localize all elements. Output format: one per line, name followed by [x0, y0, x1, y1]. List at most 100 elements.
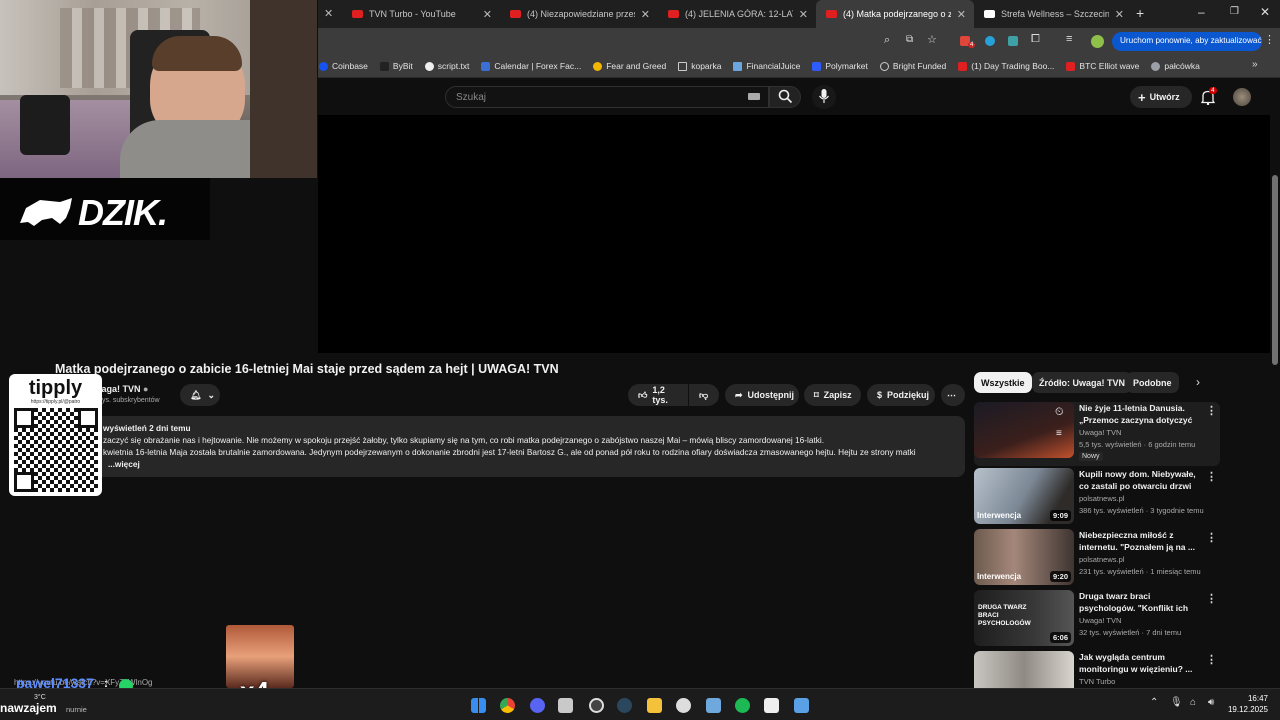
- duration-badge: 9:09: [1049, 510, 1071, 521]
- clock-date[interactable]: 19.12.2025: [1222, 705, 1268, 714]
- tab-jelenia-gora[interactable]: (4) JELENIA GÓRA: 12-LATKA Z ✕: [658, 0, 816, 28]
- recommendation-item[interactable]: ⏲ ≡ Nie żyje 11-letnia Danusia. „Przemoc…: [974, 402, 1220, 466]
- polymarket-icon: [812, 61, 822, 71]
- keyboard-icon[interactable]: [748, 93, 760, 100]
- spotify-icon[interactable]: [735, 698, 750, 713]
- cast-icon[interactable]: ⧉: [906, 34, 913, 45]
- bookmark-palcowka[interactable]: pałcówka: [1151, 61, 1200, 71]
- discord-icon[interactable]: [530, 698, 545, 713]
- new-tab-button[interactable]: +: [1136, 5, 1144, 21]
- window-close-button[interactable]: ✕: [1260, 5, 1270, 19]
- network-app-icon[interactable]: [706, 698, 721, 713]
- video-thumbnail[interactable]: DRUGA TWARZ BRACI PSYCHOLOGÓW 6:06: [974, 590, 1074, 646]
- bookmark-star-icon[interactable]: ☆: [927, 33, 937, 46]
- maximize-button[interactable]: ❐: [1230, 6, 1239, 17]
- tab-close-icon[interactable]: ✕: [641, 8, 650, 21]
- video-thumbnail[interactable]: Interwencja 9:20: [974, 529, 1074, 585]
- tab-close-icon[interactable]: ✕: [799, 8, 808, 21]
- bookmark-fear-greed[interactable]: Fear and Greed: [593, 61, 666, 71]
- tab-strefa-wellness[interactable]: Strefa Wellness – Szczecin | Bal ✕: [974, 0, 1132, 28]
- extension-icon[interactable]: [1008, 36, 1018, 46]
- bookmark-day-trading[interactable]: (1) Day Trading Boo...: [958, 61, 1054, 71]
- more-vert-icon[interactable]: ⋮: [1206, 531, 1217, 544]
- minimize-button[interactable]: –: [1198, 5, 1205, 19]
- bookmark-btc-elliot[interactable]: BTC Elliot wave: [1066, 61, 1139, 71]
- account-avatar[interactable]: [1233, 88, 1251, 106]
- recommendation-item[interactable]: Jak wygląda centrum monitoringu w więzie…: [974, 651, 1220, 688]
- chip-similar[interactable]: Podobne: [1126, 372, 1179, 393]
- ccleaner-icon[interactable]: [676, 698, 691, 713]
- app-icon[interactable]: [558, 698, 573, 713]
- video-player[interactable]: [318, 115, 1270, 353]
- steam-icon[interactable]: [617, 698, 632, 713]
- windows-start-icon[interactable]: [471, 698, 486, 713]
- video-thumbnail[interactable]: [974, 651, 1074, 688]
- recommendation-item[interactable]: Interwencja 9:20 Niebezpieczna miłość z …: [974, 529, 1220, 587]
- tab-matka-podejrzanego[interactable]: (4) Matka podejrzanego o zabic ✕: [816, 0, 974, 28]
- menu-dots-icon[interactable]: ⋮: [1264, 33, 1275, 46]
- youtube-icon: [958, 61, 968, 71]
- scrollbar-thumb[interactable]: [1272, 175, 1278, 365]
- bookmark-coinbase[interactable]: Coinbase: [319, 61, 368, 71]
- video-thumbnail[interactable]: Interwencja 9:09: [974, 468, 1074, 524]
- network-icon[interactable]: ⌂: [1190, 697, 1196, 708]
- clock-icon[interactable]: ⏲: [1055, 406, 1064, 419]
- profile-avatar[interactable]: [1091, 35, 1104, 48]
- like-button[interactable]: 👍︎ 1,2 tys.: [628, 384, 688, 406]
- bookmarks-overflow-icon[interactable]: »: [1252, 59, 1258, 70]
- tab-close-icon[interactable]: ✕: [1115, 8, 1124, 21]
- subscribe-bell-button[interactable]: 🔔︎ ⌄: [180, 384, 220, 406]
- tab-niezapowiedziane[interactable]: (4) Niezapowiedziane przeszuk ✕: [500, 0, 658, 28]
- recommendation-item[interactable]: DRUGA TWARZ BRACI PSYCHOLOGÓW 6:06 Druga…: [974, 590, 1220, 648]
- chip-source[interactable]: Źródło: Uwaga! TVN: [1032, 372, 1132, 393]
- update-button[interactable]: Uruchom ponownie, aby zaktualizować: [1112, 32, 1262, 51]
- recommendation-channel: Uwaga! TVN: [1079, 428, 1122, 437]
- puzzle-icon[interactable]: ⧠: [1031, 33, 1040, 46]
- more-vert-icon[interactable]: ⋮: [1206, 470, 1217, 483]
- video-thumbnail[interactable]: ⏲ ≡: [974, 402, 1074, 458]
- notepad-icon[interactable]: [794, 698, 809, 713]
- file-explorer-icon[interactable]: [647, 698, 662, 713]
- show-more-link[interactable]: ...więcej: [108, 459, 140, 469]
- thumbnail-label: Interwencja: [977, 572, 1022, 581]
- dislike-button[interactable]: 👎︎: [689, 384, 719, 406]
- search-input[interactable]: Szukaj: [445, 86, 769, 108]
- bookmark-financialjuice[interactable]: FinancialJuice: [733, 61, 800, 71]
- bookmark-bybit[interactable]: ByBit: [379, 61, 413, 71]
- tab-close-icon[interactable]: ✕: [483, 8, 492, 21]
- bookmark-bright-funded[interactable]: Bright Funded: [879, 61, 946, 71]
- more-vert-icon[interactable]: ⋮: [1206, 653, 1217, 666]
- tab-tvn-turbo[interactable]: TVN Turbo - YouTube ✕: [342, 0, 500, 28]
- zoom-icon[interactable]: ⌕: [884, 34, 890, 47]
- create-button[interactable]: + Utwórz: [1130, 86, 1192, 108]
- queue-icon[interactable]: ≡: [1056, 428, 1062, 439]
- chevron-right-icon[interactable]: ›: [1196, 375, 1200, 389]
- description-meta: wyświetleń 2 dni temu: [103, 423, 191, 433]
- media-app-icon[interactable]: [764, 698, 779, 713]
- bookmark-calendar[interactable]: Calendar | Forex Fac...: [481, 61, 581, 71]
- close-icon[interactable]: ✕: [324, 7, 333, 20]
- bookmark-koparka[interactable]: koparka: [678, 61, 721, 71]
- tray-chevron-icon[interactable]: ⌃: [1150, 697, 1158, 708]
- clock-time[interactable]: 16:47: [1238, 694, 1268, 703]
- video-description[interactable]: wyświetleń 2 dni temu zaczyć się obrażan…: [55, 416, 965, 477]
- bookmark-script[interactable]: script.txt: [424, 61, 469, 71]
- extension-icon[interactable]: [985, 36, 995, 46]
- tab-close-icon[interactable]: ✕: [957, 8, 966, 21]
- recommendation-item[interactable]: Interwencja 9:09 Kupili nowy dom. Niebyw…: [974, 468, 1220, 526]
- thanks-button[interactable]: $ Podziękuj: [867, 384, 935, 406]
- chip-all[interactable]: Wszystkie: [974, 372, 1032, 393]
- more-vert-icon[interactable]: ⋮: [1206, 404, 1217, 417]
- microphone-icon[interactable]: 🎙︎: [1170, 697, 1183, 708]
- bookmark-polymarket[interactable]: Polymarket: [812, 61, 868, 71]
- save-button[interactable]: ⌑ Zapisz: [804, 384, 861, 406]
- tab-search-icon[interactable]: ≡: [1066, 33, 1072, 45]
- obs-icon[interactable]: [589, 698, 604, 713]
- more-actions-button[interactable]: ⋯: [941, 384, 965, 406]
- share-button[interactable]: ➦ Udostępnij: [725, 384, 799, 406]
- volume-icon[interactable]: 🔊︎: [1208, 697, 1214, 708]
- more-vert-icon[interactable]: ⋮: [1206, 592, 1217, 605]
- recommendation-title: Nie żyje 11-letnia Danusia. „Przemoc zac…: [1079, 403, 1193, 425]
- page-scrollbar[interactable]: [1270, 115, 1280, 688]
- chrome-icon[interactable]: [500, 698, 515, 713]
